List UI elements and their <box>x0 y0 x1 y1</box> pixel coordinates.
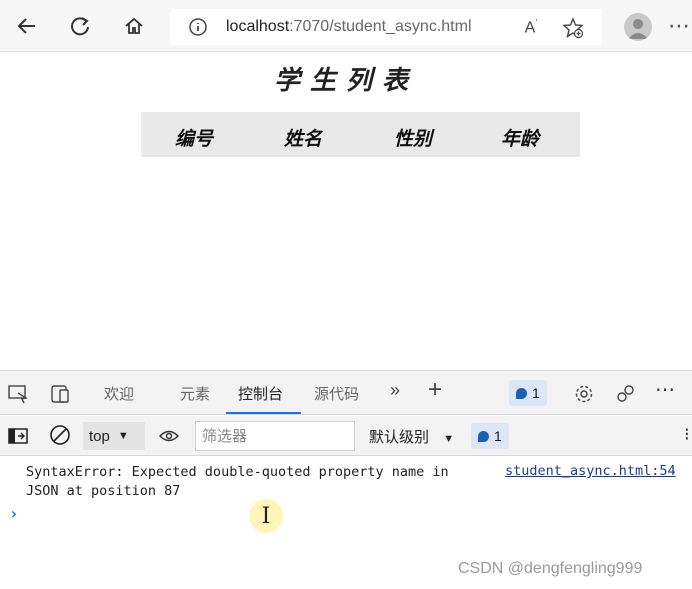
tab-console[interactable]: 控制台 <box>238 383 283 404</box>
console-toolbar: top ▼ 默认级别 ▼ 1 ⁝ <box>0 416 692 456</box>
device-emulation-icon[interactable] <box>48 383 72 405</box>
page-viewport: 学生列表 编号 姓名 性别 年龄 <box>0 52 692 370</box>
clear-console-icon[interactable] <box>48 424 72 446</box>
back-button[interactable] <box>11 10 43 42</box>
error-source-link[interactable]: student_async.html:54 <box>505 463 676 479</box>
address-bar[interactable]: localhost:7070/student_async.html Aʼ <box>170 9 602 45</box>
back-arrow-icon <box>17 18 35 34</box>
console-settings-icon[interactable]: ⁝ <box>684 424 690 445</box>
customize-icon[interactable] <box>614 383 638 405</box>
text-cursor-icon: I <box>261 503 271 529</box>
more-menu-icon[interactable]: ⋯ <box>668 14 690 39</box>
log-levels-select[interactable]: 默认级别 ▼ <box>369 426 454 447</box>
toggle-sidebar-icon[interactable] <box>6 425 30 447</box>
add-favorite-icon[interactable] <box>562 17 584 39</box>
issues-badge[interactable]: 1 <box>509 380 547 406</box>
student-table-header: 编号 姓名 性别 年龄 <box>141 112 580 157</box>
home-icon <box>125 17 143 34</box>
home-button[interactable] <box>118 10 150 42</box>
devtools-panel: 欢迎 元素 控制台 源代码 » + 1 ⋯ top ▼ 筛选器 默认级别 ▼ 1… <box>0 370 692 589</box>
console-error-message: SyntaxError: Expected double-quoted prop… <box>26 464 449 499</box>
tab-sources[interactable]: 源代码 <box>314 383 359 404</box>
url-text: localhost:7070/student_async.html <box>226 18 472 35</box>
refresh-icon <box>71 17 89 36</box>
browser-toolbar: localhost:7070/student_async.html Aʼ ⋯ <box>0 0 692 52</box>
devtools-more-icon[interactable]: ⋯ <box>655 377 675 402</box>
page-title: 学生列表 <box>273 66 418 96</box>
inspect-element-icon[interactable] <box>6 383 30 405</box>
column-header-id: 编号 <box>175 128 214 150</box>
context-select[interactable]: top ▼ <box>83 422 145 450</box>
mouse-cursor-highlight: I <box>249 499 283 533</box>
issue-icon <box>516 387 527 399</box>
devtools-tab-bar: 欢迎 元素 控制台 源代码 » + 1 ⋯ <box>0 371 692 415</box>
column-header-age: 年龄 <box>501 128 540 150</box>
read-aloud-icon[interactable]: Aʼ <box>520 17 542 39</box>
console-prompt-chevron-icon[interactable]: › <box>9 504 19 523</box>
settings-gear-icon[interactable] <box>572 383 596 405</box>
site-info-icon <box>189 18 207 36</box>
active-tab-indicator <box>226 412 301 414</box>
dropdown-caret-icon: ▼ <box>443 433 455 445</box>
issue-icon <box>478 430 489 442</box>
toolbar-issues-badge[interactable]: 1 <box>471 423 509 449</box>
column-header-gender: 性别 <box>394 128 433 150</box>
tab-elements[interactable]: 元素 <box>180 383 210 404</box>
live-expression-eye-icon[interactable] <box>157 425 181 447</box>
dropdown-caret-icon: ▼ <box>117 430 129 442</box>
refresh-button[interactable] <box>64 10 96 42</box>
profile-avatar[interactable] <box>624 13 652 41</box>
add-tab-icon[interactable]: + <box>428 376 442 404</box>
more-tabs-icon[interactable]: » <box>390 380 400 401</box>
tab-welcome[interactable]: 欢迎 <box>104 383 134 404</box>
column-header-name: 姓名 <box>284 128 323 150</box>
console-filter-input[interactable] <box>195 421 355 451</box>
watermark: CSDN @dengfengling999 <box>458 560 643 577</box>
